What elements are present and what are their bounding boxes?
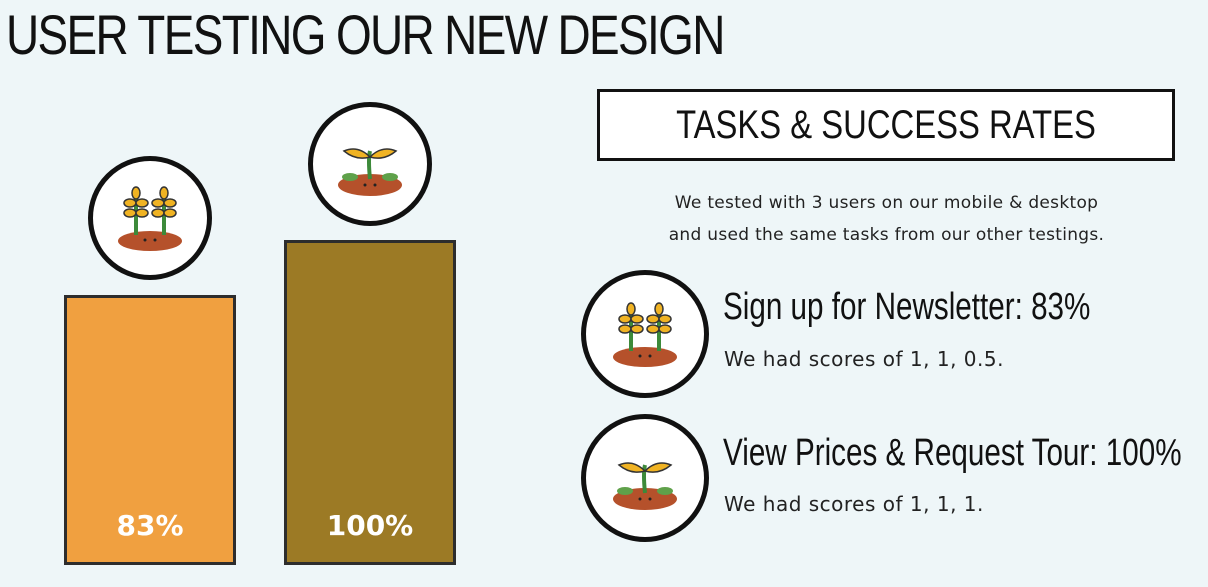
wheat-sprout-icon (581, 270, 709, 398)
tasks-heading: TASKS & SUCCESS RATES (676, 102, 1096, 147)
bar-value-label: 83% (116, 509, 184, 542)
task-2-title: View Prices & Request Tour: 100% (723, 432, 1182, 474)
task-1-title: Sign up for Newsletter: 83% (723, 286, 1091, 328)
tasks-heading-box: TASKS & SUCCESS RATES (597, 89, 1175, 161)
task-2-desc: We had scores of 1, 1, 1. (724, 492, 984, 516)
wheat-sprout-icon (88, 156, 212, 280)
intro-line-1: We tested with 3 users on our mobile & d… (674, 193, 1099, 213)
seedling-icon (581, 414, 709, 542)
seedling-icon (308, 102, 432, 226)
bar-tour: 100% (284, 240, 456, 565)
page-title: USER TESTING OUR NEW DESIGN (6, 3, 725, 66)
intro-text: We tested with 3 users on our mobile & d… (600, 187, 1173, 251)
bar-newsletter: 83% (64, 295, 236, 565)
task-1-desc: We had scores of 1, 1, 0.5. (724, 347, 1004, 371)
intro-line-2: and used the same tasks from our other t… (668, 225, 1105, 245)
bar-value-label: 100% (326, 509, 414, 542)
